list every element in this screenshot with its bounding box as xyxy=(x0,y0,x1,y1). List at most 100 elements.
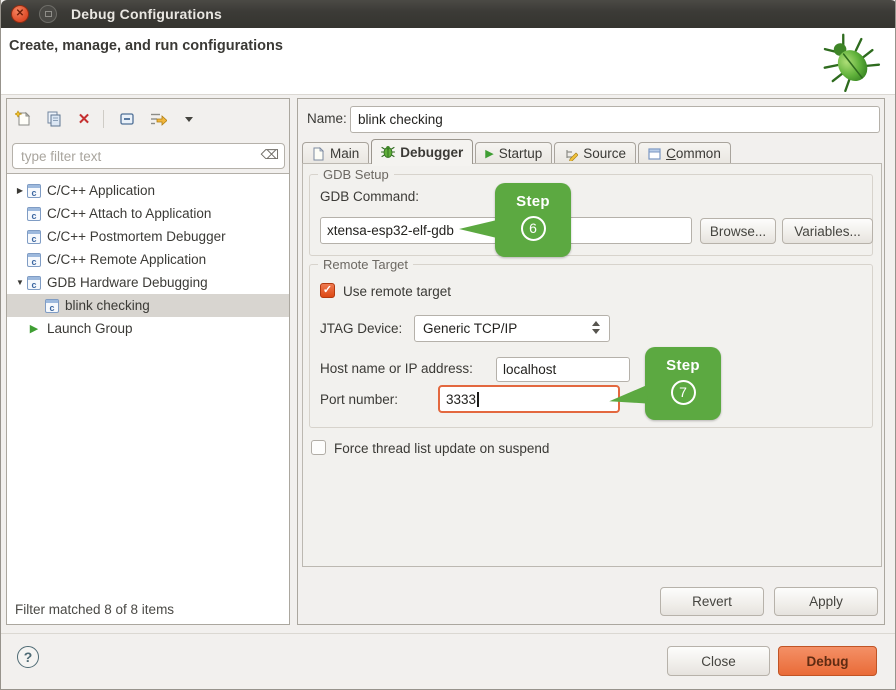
tab-label: Main xyxy=(330,146,359,161)
expander-expanded-icon[interactable]: ▼ xyxy=(13,278,27,287)
close-window-button[interactable]: ✕ xyxy=(11,5,29,23)
callout-number: 6 xyxy=(521,216,546,241)
tree-item-label: blink checking xyxy=(65,298,150,313)
debug-bug-icon xyxy=(817,30,881,97)
use-remote-target-checkbox[interactable]: ✓ xyxy=(320,283,335,298)
group-title: Remote Target xyxy=(318,257,413,272)
configurations-panel: ✕ ⌫ xyxy=(6,98,290,625)
gdb-setup-group: GDB Setup GDB Command: Browse... Variabl… xyxy=(309,174,873,256)
banner: Create, manage, and run configurations xyxy=(1,28,896,95)
browse-button[interactable]: Browse... xyxy=(700,218,776,244)
tab-main[interactable]: Main xyxy=(302,142,369,164)
name-input[interactable] xyxy=(350,106,880,133)
editor-tabs: Main Debugger ▶ xyxy=(302,139,733,164)
tab-label: Startup xyxy=(499,146,543,161)
port-value: 3333 xyxy=(446,392,476,407)
tree-item-cpp-postmortem[interactable]: . c C/C++ Postmortem Debugger xyxy=(7,225,289,248)
force-thread-checkbox[interactable] xyxy=(311,440,326,455)
host-label: Host name or IP address: xyxy=(320,361,473,376)
bug-icon xyxy=(381,145,395,159)
duplicate-icon xyxy=(45,110,63,128)
revert-button[interactable]: Revert xyxy=(660,587,764,616)
step-7-callout: Step 7 xyxy=(645,347,721,420)
duplicate-configuration-button[interactable] xyxy=(41,107,67,131)
clear-filter-icon[interactable]: ⌫ xyxy=(261,147,279,163)
callout-tail-icon xyxy=(459,220,497,238)
tree-item-launch-group[interactable]: . ▶ Launch Group xyxy=(7,317,289,340)
window-icon xyxy=(648,148,661,160)
tree-item-cpp-application[interactable]: ▶ c C/C++ Application xyxy=(7,179,289,202)
tree-item-gdb-hardware[interactable]: ▼ c GDB Hardware Debugging xyxy=(7,271,289,294)
callout-title: Step xyxy=(495,193,571,210)
tab-debugger[interactable]: Debugger xyxy=(371,139,473,164)
c-application-icon: c xyxy=(45,299,59,313)
toolbar-menu-button[interactable] xyxy=(174,107,200,131)
apply-button[interactable]: Apply xyxy=(774,587,878,616)
close-icon: ✕ xyxy=(16,9,24,19)
tab-source[interactable]: Source xyxy=(554,142,636,164)
banner-heading: Create, manage, and run configurations xyxy=(9,38,283,54)
filter-icon xyxy=(148,110,167,128)
c-application-icon: c xyxy=(27,253,41,267)
check-icon: ✓ xyxy=(323,285,332,296)
callout-number: 7 xyxy=(671,380,696,405)
tab-label: Source xyxy=(583,146,626,161)
source-icon xyxy=(564,147,578,161)
debug-button[interactable]: Debug xyxy=(778,646,877,676)
jtag-device-select[interactable]: Generic TCP/IP xyxy=(414,315,610,342)
play-icon: ▶ xyxy=(485,147,493,160)
tree-item-cpp-remote[interactable]: . c C/C++ Remote Application xyxy=(7,248,289,271)
gdb-command-label: GDB Command: xyxy=(320,189,419,204)
new-configuration-icon xyxy=(15,110,33,128)
name-label: Name: xyxy=(307,111,347,126)
jtag-device-label: JTAG Device: xyxy=(320,321,402,336)
tree-item-label: GDB Hardware Debugging xyxy=(47,275,208,290)
filter-status-text: Filter matched 8 of 8 items xyxy=(15,602,174,617)
tree-item-label: C/C++ Postmortem Debugger xyxy=(47,229,226,244)
collapse-all-button[interactable] xyxy=(114,107,140,131)
tree-item-label: Launch Group xyxy=(47,321,133,336)
c-application-icon: c xyxy=(27,230,41,244)
tree-item-label: C/C++ Remote Application xyxy=(47,252,206,267)
delete-icon: ✕ xyxy=(78,110,91,128)
jtag-device-value: Generic TCP/IP xyxy=(423,321,517,336)
debug-configurations-dialog: ✕ Debug Configurations Create, manage, a… xyxy=(0,0,896,690)
new-configuration-button[interactable] xyxy=(11,107,37,131)
host-input[interactable] xyxy=(496,357,630,382)
help-button[interactable]: ? xyxy=(17,646,39,668)
c-application-icon: c xyxy=(27,276,41,290)
force-thread-label: Force thread list update on suspend xyxy=(334,441,549,456)
tab-common[interactable]: Common xyxy=(638,142,731,164)
chevron-down-icon xyxy=(185,117,193,122)
tab-label: Common xyxy=(666,146,721,161)
filter-input[interactable] xyxy=(12,143,285,169)
debugger-tab-content: GDB Setup GDB Command: Browse... Variabl… xyxy=(302,163,882,567)
port-input[interactable]: 3333 xyxy=(438,385,620,413)
expander-collapsed-icon[interactable]: ▶ xyxy=(13,186,27,195)
delete-configuration-button[interactable]: ✕ xyxy=(71,107,97,131)
tree-item-blink-checking[interactable]: . c blink checking xyxy=(7,294,289,317)
tree-item-label: C/C++ Attach to Application xyxy=(47,206,211,221)
tree-item-cpp-attach[interactable]: . c C/C++ Attach to Application xyxy=(7,202,289,225)
tab-startup[interactable]: ▶ Startup xyxy=(475,142,552,164)
collapse-all-icon xyxy=(118,110,136,128)
close-button[interactable]: Close xyxy=(667,646,770,676)
variables-button[interactable]: Variables... xyxy=(782,218,873,244)
titlebar: ✕ Debug Configurations xyxy=(1,0,896,28)
spinner-icon xyxy=(592,321,600,334)
tree-item-label: C/C++ Application xyxy=(47,183,155,198)
filter-configurations-button[interactable] xyxy=(144,107,170,131)
help-icon: ? xyxy=(24,649,33,665)
launch-group-icon: ▶ xyxy=(27,322,41,335)
group-title: GDB Setup xyxy=(318,167,394,182)
toolbar-separator xyxy=(103,110,104,128)
footer-separator xyxy=(1,633,896,634)
restore-window-button[interactable] xyxy=(39,5,57,23)
configurations-toolbar: ✕ xyxy=(7,99,289,139)
remote-target-group: Remote Target ✓ Use remote target JTAG D… xyxy=(309,264,873,428)
configuration-editor-panel: Name: Main xyxy=(297,98,885,625)
text-caret xyxy=(477,392,479,407)
c-application-icon: c xyxy=(27,207,41,221)
restore-icon xyxy=(45,11,52,17)
callout-title: Step xyxy=(645,357,721,374)
